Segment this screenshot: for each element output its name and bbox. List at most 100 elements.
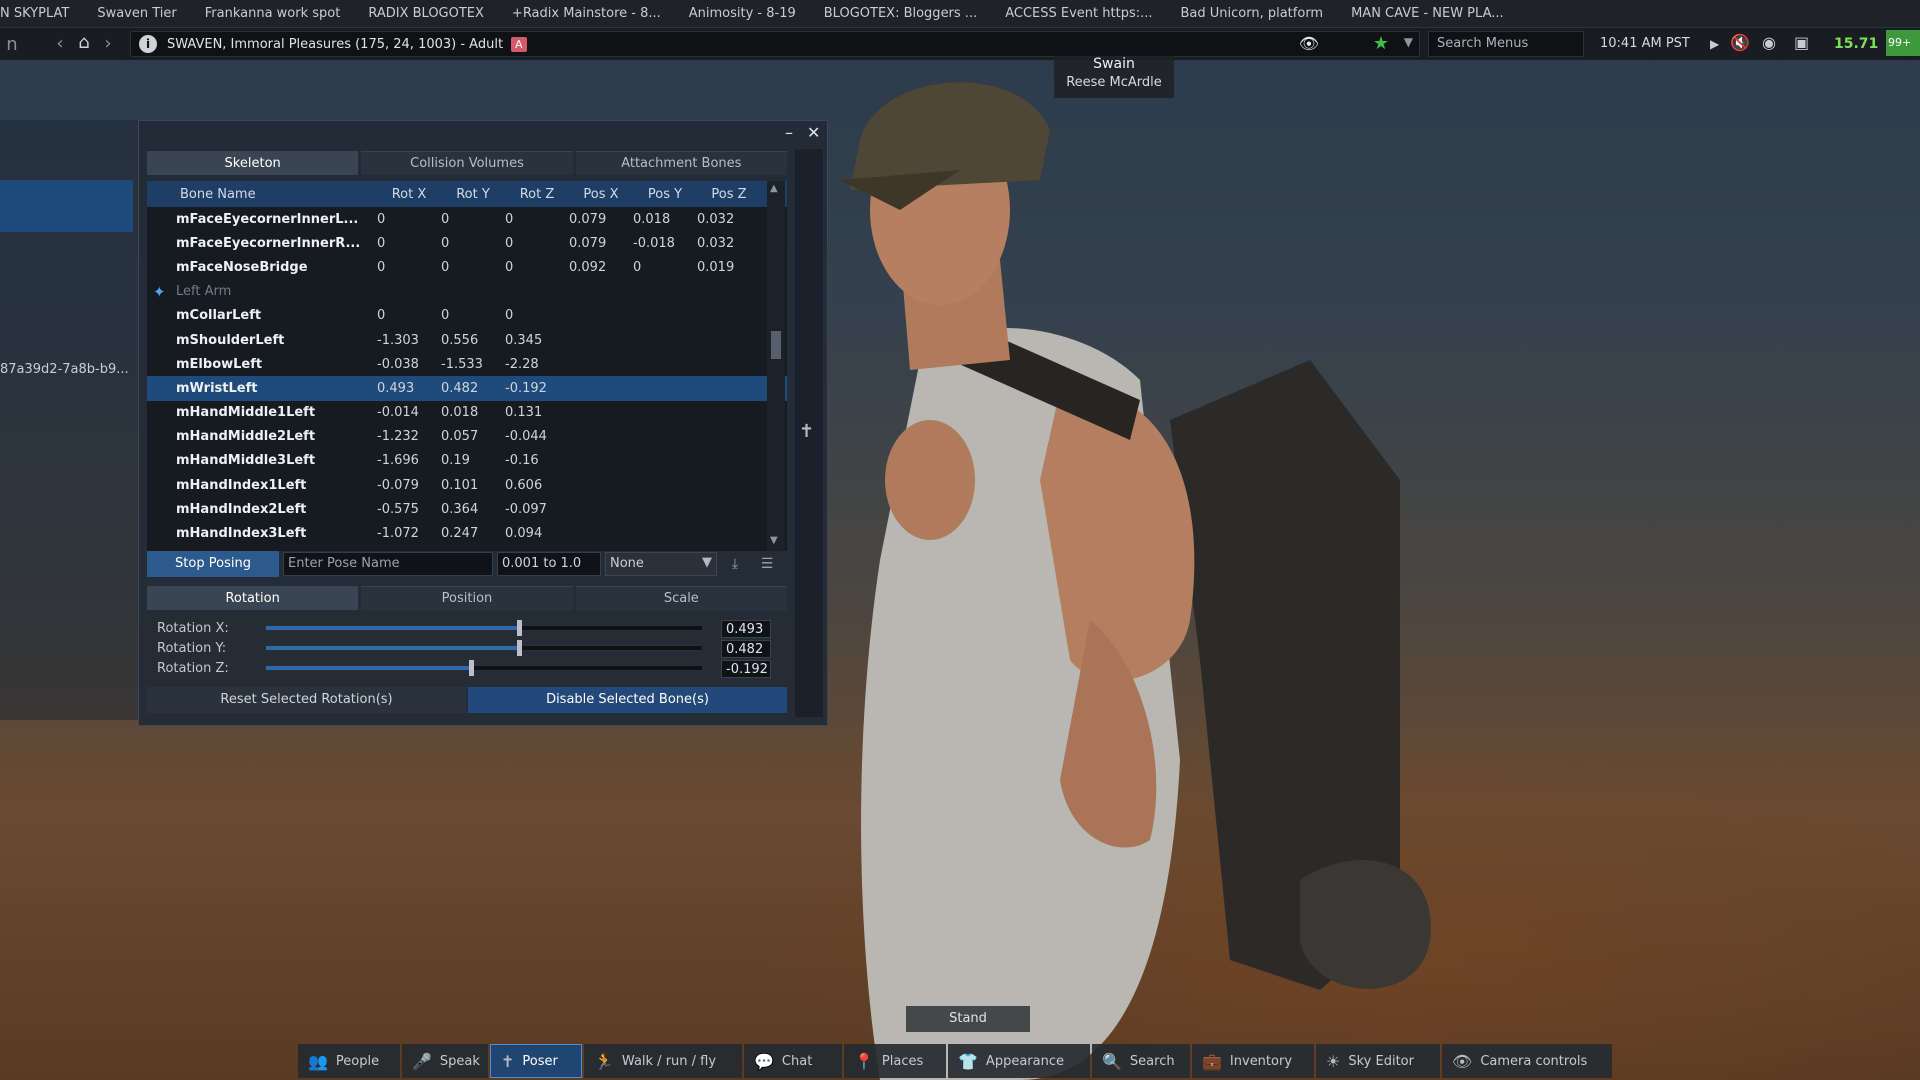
rotation-x-thumb[interactable] bbox=[516, 620, 522, 636]
column-header-pos-z[interactable]: Pos Z bbox=[697, 187, 761, 202]
column-header-rot-x[interactable]: Rot X bbox=[377, 187, 441, 202]
favorite-link[interactable]: N SKYPLAT bbox=[0, 6, 83, 21]
info-icon[interactable]: i bbox=[139, 35, 157, 53]
favorite-star-icon[interactable]: ★ bbox=[1373, 33, 1389, 54]
rotation-y-value[interactable]: 0.482 bbox=[721, 640, 771, 658]
home-icon[interactable]: ⌂ bbox=[72, 32, 96, 53]
favorite-link[interactable]: BLOGOTEX: Bloggers ... bbox=[810, 6, 991, 21]
appearance-button[interactable]: 👕 Appearance bbox=[948, 1044, 1090, 1078]
play-media-icon[interactable]: ▶ bbox=[1710, 37, 1719, 51]
list-menu-icon[interactable]: ☰ bbox=[753, 556, 781, 572]
disable-bone-button[interactable]: Disable Selected Bone(s) bbox=[468, 687, 787, 713]
binoculars-icon[interactable]: ◉ bbox=[1762, 33, 1776, 52]
back-arrow-icon[interactable]: ‹ bbox=[48, 33, 72, 54]
eye-icon[interactable]: 👁 bbox=[1299, 34, 1319, 53]
poser-button[interactable]: ✝ Poser bbox=[490, 1044, 582, 1078]
column-header-pos-x[interactable]: Pos X bbox=[569, 187, 633, 202]
scroll-down-icon[interactable]: ▼ bbox=[770, 535, 778, 546]
avatar-figure bbox=[840, 82, 1431, 1080]
column-header-pos-y[interactable]: Pos Y bbox=[633, 187, 697, 202]
table-row[interactable]: mWristLeft 0.493 0.482 -0.192 bbox=[147, 376, 787, 401]
column-header-rot-z[interactable]: Rot Z bbox=[505, 187, 569, 202]
search-button[interactable]: 🔍 Search bbox=[1092, 1044, 1190, 1078]
column-header-bone-name[interactable]: Bone Name bbox=[147, 187, 377, 202]
mute-icon[interactable]: 🔇 bbox=[1730, 33, 1750, 52]
rotation-z-slider[interactable] bbox=[265, 660, 703, 676]
table-row[interactable]: mHandIndex1Left -0.079 0.101 0.606 bbox=[147, 473, 787, 497]
table-row[interactable]: mCollarLeft 0 0 0 bbox=[147, 304, 787, 328]
rotation-x-slider[interactable] bbox=[265, 620, 703, 636]
search-icon: 🔍 bbox=[1102, 1051, 1122, 1071]
tab-rotation[interactable]: Rotation bbox=[147, 586, 359, 610]
stand-button[interactable]: Stand bbox=[906, 1006, 1030, 1032]
monitor-icon[interactable]: ▣ bbox=[1794, 33, 1809, 52]
table-row[interactable]: mHandMiddle1Left -0.014 0.018 0.131 bbox=[147, 401, 787, 425]
column-header-rot-y[interactable]: Rot Y bbox=[441, 187, 505, 202]
rotation-y-thumb[interactable] bbox=[516, 640, 522, 656]
forward-arrow-icon[interactable]: › bbox=[96, 33, 120, 54]
pose-name-input[interactable]: Enter Pose Name bbox=[283, 552, 493, 576]
pin-icon[interactable]: ✝ bbox=[799, 421, 814, 442]
value-cell-py: 0.018 bbox=[633, 211, 671, 227]
pose-select-value: None bbox=[610, 556, 644, 571]
rotation-z-thumb[interactable] bbox=[468, 660, 474, 676]
avatar-display-name: Swain bbox=[1093, 56, 1135, 72]
favorite-link[interactable]: RADIX BLOGOTEX bbox=[354, 6, 498, 21]
favorite-link[interactable]: Bad Unicorn, platform bbox=[1167, 6, 1338, 21]
reset-rotation-button[interactable]: Reset Selected Rotation(s) bbox=[147, 687, 466, 713]
tab-position[interactable]: Position bbox=[361, 586, 573, 610]
scroll-thumb[interactable] bbox=[771, 331, 781, 359]
table-row[interactable]: mFaceEyecornerInnerL... 0 0 0 0.079 0.018 0.03… bbox=[147, 207, 787, 231]
search-menus-input[interactable]: Search Menus bbox=[1428, 31, 1584, 57]
people-button[interactable]: 👥 People bbox=[298, 1044, 400, 1078]
pose-select[interactable]: None ▼ bbox=[605, 552, 717, 576]
value-cell-rx: -0.079 bbox=[377, 477, 419, 493]
close-icon[interactable]: ✕ bbox=[807, 123, 820, 142]
value-cell-ry: 0.101 bbox=[441, 477, 479, 493]
scroll-up-icon[interactable]: ▲ bbox=[770, 183, 778, 194]
tab-attachment-bones[interactable]: Attachment Bones bbox=[575, 151, 787, 175]
minimize-icon[interactable]: – bbox=[785, 123, 793, 142]
value-cell-rx: -1.072 bbox=[377, 526, 419, 542]
posing-controls: Stop Posing Enter Pose Name 0.001 to 1.0… bbox=[147, 551, 787, 577]
table-row[interactable]: mHandMiddle3Left -1.696 0.19 -0.16 bbox=[147, 449, 787, 473]
table-row[interactable]: mShoulderLeft -1.303 0.556 0.345 bbox=[147, 328, 787, 352]
table-row[interactable]: mFaceNoseBridge 0 0 0 0.092 0 0.019 bbox=[147, 255, 787, 279]
location-bar[interactable]: i SWAVEN, Immoral Pleasures (175, 24, 10… bbox=[130, 31, 1420, 57]
people-icon: 👥 bbox=[308, 1051, 328, 1071]
range-field[interactable]: 0.001 to 1.0 bbox=[497, 552, 601, 576]
favorite-link[interactable]: ACCESS Event https:... bbox=[991, 6, 1166, 21]
favorite-link[interactable]: MAN CAVE - NEW PLA... bbox=[1337, 6, 1518, 21]
chat-button[interactable]: 💬 Chat bbox=[744, 1044, 842, 1078]
favorite-link[interactable]: Swaven Tier bbox=[83, 6, 190, 21]
speak-button[interactable]: 🎤 Speak bbox=[402, 1044, 488, 1078]
bone-group-row[interactable]: ✦ Left Arm bbox=[147, 280, 787, 304]
stop-posing-button[interactable]: Stop Posing bbox=[147, 551, 279, 577]
selected-list-item[interactable] bbox=[0, 180, 133, 232]
favorite-link[interactable]: Frankanna work spot bbox=[191, 6, 355, 21]
places-button[interactable]: 📍 Places bbox=[844, 1044, 946, 1078]
poser-window: – ✕ Skeleton Collision Volumes Attachmen… bbox=[138, 120, 828, 726]
menu-icon[interactable]: n bbox=[0, 34, 24, 55]
table-row[interactable]: mHandIndex2Left -0.575 0.364 -0.097 bbox=[147, 497, 787, 521]
table-row[interactable]: mHandIndex3Left -1.072 0.247 0.094 bbox=[147, 521, 787, 545]
sky-editor-button[interactable]: ☀ Sky Editor bbox=[1316, 1044, 1440, 1078]
tab-skeleton[interactable]: Skeleton bbox=[147, 151, 359, 175]
table-scrollbar[interactable]: ▲ ▼ bbox=[767, 181, 785, 551]
rotation-x-value[interactable]: 0.493 bbox=[721, 620, 771, 638]
table-row[interactable]: mFaceEyecornerInnerR... 0 0 0 0.079 -0.018 0.0… bbox=[147, 231, 787, 255]
dropdown-chevron-icon[interactable]: ▼ bbox=[1404, 35, 1413, 49]
rotation-y-slider[interactable] bbox=[265, 640, 703, 656]
favorite-link[interactable]: +Radix Mainstore - 8... bbox=[498, 6, 675, 21]
download-icon[interactable]: ⤓ bbox=[721, 556, 749, 572]
table-row[interactable]: mHandMiddle2Left -1.232 0.057 -0.044 bbox=[147, 425, 787, 449]
favorite-link[interactable]: Animosity - 8-19 bbox=[675, 6, 810, 21]
inventory-button[interactable]: 💼 Inventory bbox=[1192, 1044, 1314, 1078]
walk-run-fly-button[interactable]: 🏃 Walk / run / fly bbox=[584, 1044, 742, 1078]
value-cell-rz: 0 bbox=[505, 211, 514, 227]
tab-collision-volumes[interactable]: Collision Volumes bbox=[361, 151, 573, 175]
table-row[interactable]: mElbowLeft -0.038 -1.533 -2.28 bbox=[147, 352, 787, 376]
tab-scale[interactable]: Scale bbox=[575, 586, 787, 610]
rotation-z-value[interactable]: -0.192 bbox=[721, 660, 771, 678]
camera-controls-button[interactable]: 👁 Camera controls bbox=[1442, 1044, 1612, 1078]
